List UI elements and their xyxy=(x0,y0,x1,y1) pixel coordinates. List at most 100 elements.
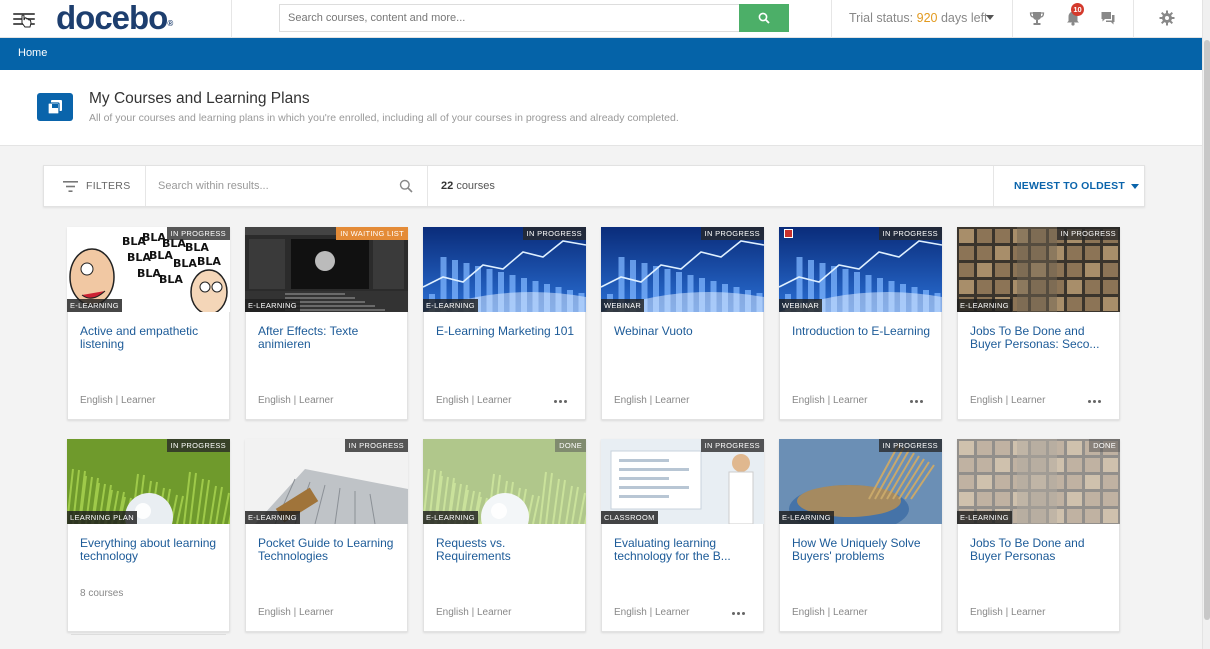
course-title[interactable]: Introduction to E-Learning xyxy=(792,325,932,338)
course-card[interactable]: IN PROGRESS CLASSROOM Evaluating learning … xyxy=(601,439,764,632)
course-title[interactable]: E-Learning Marketing 101 xyxy=(436,325,576,338)
course-meta: English | Learner xyxy=(970,395,1046,406)
course-type-badge: WEBINAR xyxy=(779,299,823,312)
gear-icon[interactable] xyxy=(1158,9,1176,27)
sort-dropdown[interactable]: NEWEST TO OLDEST xyxy=(993,166,1144,206)
more-options-icon[interactable] xyxy=(732,612,745,615)
page-title: My Courses and Learning Plans xyxy=(89,90,310,107)
course-meta: English | Learner xyxy=(436,607,512,618)
course-title[interactable]: Requests vs. Requirements xyxy=(436,537,576,563)
chevron-down-icon[interactable] xyxy=(986,15,994,20)
course-type-badge: E-LEARNING xyxy=(957,299,1012,312)
course-title[interactable]: Evaluating learning technology for the B… xyxy=(614,537,754,563)
trial-days: 920 xyxy=(916,11,938,25)
course-type-badge: LEARNING PLAN xyxy=(67,511,137,524)
course-card[interactable]: IN PROGRESS WEBINAR Webinar Vuoto English |… xyxy=(601,227,764,420)
status-badge: IN PROGRESS xyxy=(344,439,408,452)
status-badge: IN PROGRESS xyxy=(700,439,764,452)
filter-bar: FILTERS 22 courses NEWEST TO OLDEST xyxy=(43,165,1145,207)
course-thumbnail[interactable]: IN PROGRESS E-LEARNING xyxy=(423,227,586,312)
breadcrumb: Home xyxy=(0,38,1202,70)
breadcrumb-home-link[interactable]: Home xyxy=(18,47,47,59)
svg-text:BLA: BLA xyxy=(197,255,221,268)
results-count-label: courses xyxy=(456,180,495,192)
course-thumbnail[interactable]: BLA BLA BLA BLA BLA BLA BLA BLA BLA BLA IN PROGRES… xyxy=(67,227,230,312)
course-thumbnail[interactable]: IN PROGRESS E-LEARNING xyxy=(779,439,942,524)
course-thumbnail[interactable]: IN PROGRESS E-LEARNING xyxy=(957,227,1120,312)
course-card[interactable]: IN WAITING LIST E-LEARNING After Effects: … xyxy=(245,227,408,420)
search-icon[interactable] xyxy=(399,179,413,193)
results-search-input[interactable] xyxy=(146,166,386,206)
trial-status[interactable]: Trial status: 920 days left xyxy=(849,11,988,25)
status-badge: IN PROGRESS xyxy=(522,227,586,240)
course-card[interactable]: BLA BLA BLA BLA BLA BLA BLA BLA BLA BLA IN PROGRES… xyxy=(67,227,230,420)
more-options-icon[interactable] xyxy=(1088,400,1101,403)
course-title[interactable]: Jobs To Be Done and Buyer Personas xyxy=(970,537,1110,563)
course-meta: English | Learner xyxy=(970,607,1046,618)
course-thumbnail[interactable]: IN PROGRESS CLASSROOM xyxy=(601,439,764,524)
trophy-icon[interactable] xyxy=(1028,9,1046,27)
search-button[interactable] xyxy=(739,4,789,32)
status-badge: IN PROGRESS xyxy=(1056,227,1120,240)
svg-text:BLA: BLA xyxy=(173,257,197,270)
header-divider xyxy=(831,0,832,38)
course-card[interactable]: IN PROGRESS LEARNING PLAN Everything about… xyxy=(67,439,230,635)
course-thumbnail[interactable]: IN PROGRESS WEBINAR xyxy=(779,227,942,312)
search-icon xyxy=(758,12,770,24)
course-meta: English | Learner xyxy=(436,395,512,406)
course-card[interactable]: DONE E-LEARNING Requests vs. Requirements E… xyxy=(423,439,586,632)
calendar-icon xyxy=(784,229,793,238)
course-thumbnail[interactable]: IN PROGRESS E-LEARNING xyxy=(245,439,408,524)
status-badge: IN PROGRESS xyxy=(700,227,764,240)
course-title[interactable]: Webinar Vuoto xyxy=(614,325,754,338)
trial-suffix: days left xyxy=(940,11,988,25)
course-type-badge: CLASSROOM xyxy=(601,511,658,524)
svg-text:BLA: BLA xyxy=(149,249,173,262)
course-card[interactable]: IN PROGRESS E-LEARNING E-Learning Marketin… xyxy=(423,227,586,420)
course-meta: English | Learner xyxy=(258,395,334,406)
chat-icon[interactable] xyxy=(1099,9,1117,27)
course-meta: English | Learner xyxy=(614,607,690,618)
results-count-number: 22 xyxy=(441,180,454,192)
course-title[interactable]: Pocket Guide to Learning Technologies xyxy=(258,537,398,563)
page-scrollbar[interactable] xyxy=(1202,0,1210,649)
course-card[interactable]: IN PROGRESS E-LEARNING How We Uniquely Sol… xyxy=(779,439,942,632)
course-thumbnail[interactable]: IN PROGRESS LEARNING PLAN xyxy=(67,439,230,524)
course-type-badge: E-LEARNING xyxy=(779,511,834,524)
course-type-badge: E-LEARNING xyxy=(423,299,478,312)
results-count: 22 courses xyxy=(441,180,495,192)
course-title[interactable]: How We Uniquely Solve Buyers' problems xyxy=(792,537,932,563)
more-options-icon[interactable] xyxy=(910,400,923,403)
svg-text:BLA: BLA xyxy=(127,251,151,264)
chevron-down-icon xyxy=(1130,183,1139,189)
course-thumbnail[interactable]: DONE E-LEARNING xyxy=(423,439,586,524)
course-type-badge: E-LEARNING xyxy=(67,299,122,312)
course-card[interactable]: IN PROGRESS E-LEARNING Jobs To Be Done and… xyxy=(957,227,1120,420)
course-thumbnail[interactable]: IN WAITING LIST E-LEARNING xyxy=(245,227,408,312)
svg-text:BLA: BLA xyxy=(185,241,209,254)
status-badge: DONE xyxy=(555,439,586,452)
page-subtitle: All of your courses and learning plans i… xyxy=(89,112,679,124)
notification-badge: 10 xyxy=(1071,3,1084,16)
filters-button[interactable]: FILTERS xyxy=(44,166,146,206)
status-badge: IN PROGRESS xyxy=(166,227,230,240)
course-title[interactable]: Active and empathetic listening xyxy=(80,325,220,351)
course-card[interactable]: IN PROGRESS WEBINAR Introduction to E-Lear… xyxy=(779,227,942,420)
status-badge: IN WAITING LIST xyxy=(336,227,408,240)
course-title[interactable]: Jobs To Be Done and Buyer Personas: Seco… xyxy=(970,325,1110,351)
results-search xyxy=(146,166,428,206)
more-options-icon[interactable] xyxy=(554,400,567,403)
status-badge: DONE xyxy=(1089,439,1120,452)
docebo-logo[interactable]: docebo® xyxy=(56,0,173,36)
course-card[interactable]: IN PROGRESS E-LEARNING Pocket Guide to Lea… xyxy=(245,439,408,632)
course-thumbnail[interactable]: DONE E-LEARNING xyxy=(957,439,1120,524)
global-search-input[interactable] xyxy=(280,5,740,31)
status-badge: IN PROGRESS xyxy=(878,227,942,240)
course-thumbnail[interactable]: IN PROGRESS WEBINAR xyxy=(601,227,764,312)
course-card[interactable]: DONE E-LEARNING Jobs To Be Done and Buyer … xyxy=(957,439,1120,632)
global-search xyxy=(279,4,789,32)
scrollbar-thumb[interactable] xyxy=(1204,40,1210,620)
course-title[interactable]: After Effects: Texte animieren xyxy=(258,325,398,351)
course-meta: English | Learner xyxy=(80,395,156,406)
course-title[interactable]: Everything about learning technology xyxy=(80,537,220,563)
